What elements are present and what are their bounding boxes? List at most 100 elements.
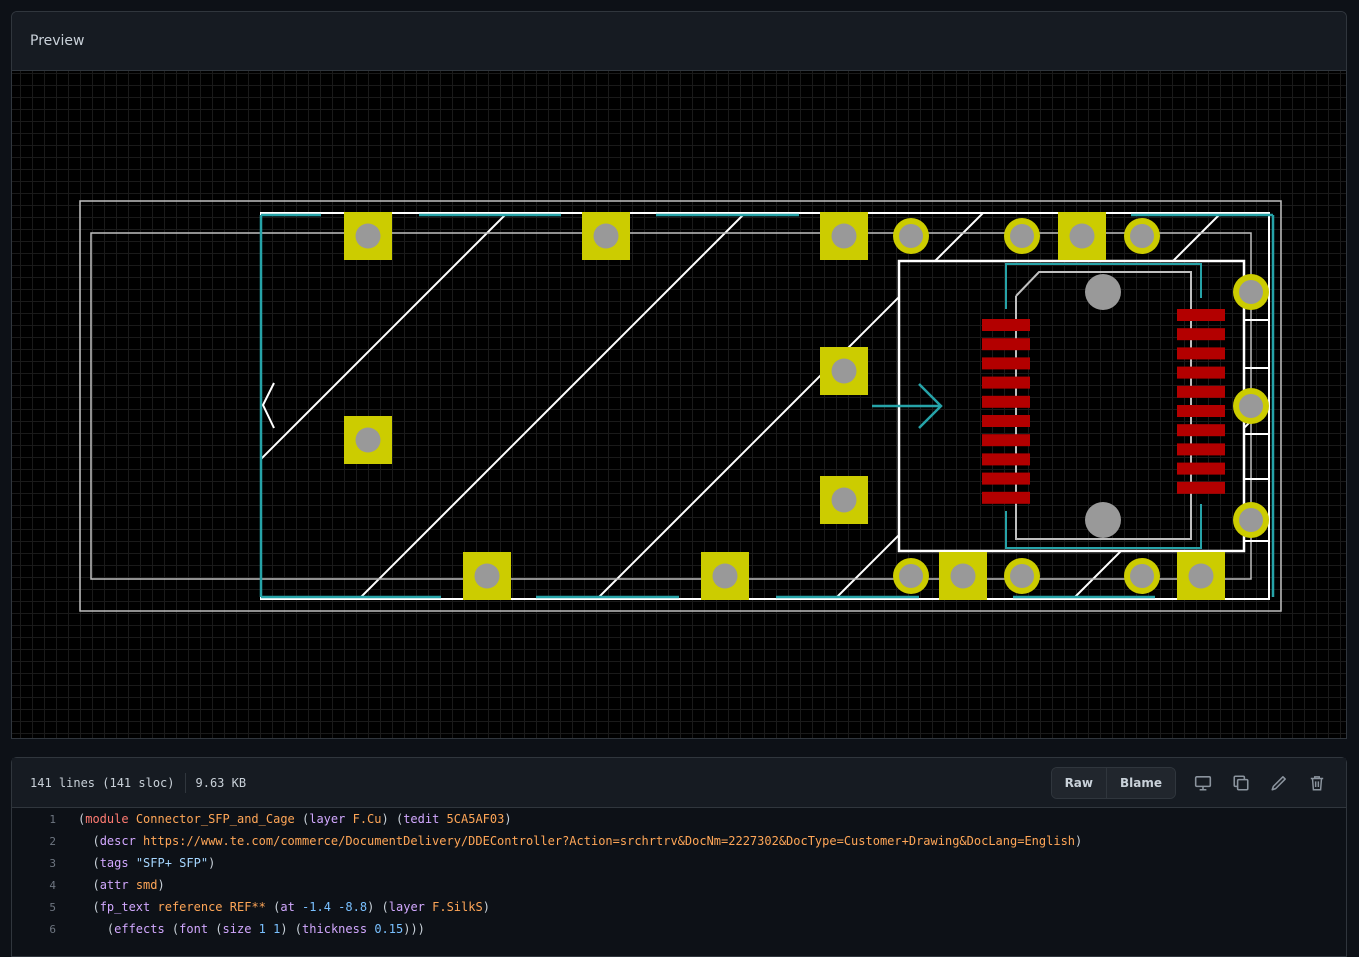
code-text: (tags "SFP+ SFP"): [78, 856, 215, 870]
hatch-line: [358, 213, 746, 599]
blame-button[interactable]: Blame: [1106, 767, 1175, 798]
pad-drill: [1010, 224, 1034, 248]
code-token: ): [482, 900, 490, 914]
line-number[interactable]: 3: [12, 857, 78, 870]
code-token: layer: [388, 900, 425, 914]
code-token: ) (: [381, 812, 404, 826]
pad-drill: [1239, 508, 1263, 532]
code-token: (: [164, 922, 180, 936]
keepout-hatch: [261, 213, 1269, 599]
code-token: (: [78, 834, 100, 848]
smd-pad-left: [982, 376, 1030, 389]
code-token: "SFP+ SFP": [135, 856, 209, 870]
smd-pad-left: [982, 453, 1030, 466]
line-number[interactable]: 5: [12, 901, 78, 914]
smd-pad-right: [1177, 443, 1225, 456]
connector-body: [1015, 271, 1192, 540]
code-text: (descr https://www.te.com/commerce/Docum…: [78, 834, 1082, 848]
smd-pad-left: [982, 357, 1030, 370]
pad-drill: [1239, 394, 1263, 418]
pad-drill: [831, 223, 857, 249]
smd-pad-left: [982, 434, 1030, 447]
code-token: ) (: [367, 900, 389, 914]
code-token: (: [78, 922, 115, 936]
code-token: size: [222, 922, 252, 936]
smd-pad-right: [1177, 462, 1225, 475]
pad-drill: [712, 563, 738, 589]
copy-button[interactable]: [1222, 768, 1260, 798]
line-number[interactable]: 2: [12, 835, 78, 848]
file-actions: Raw Blame: [1050, 766, 1336, 799]
display-source-button[interactable]: [1184, 768, 1222, 798]
pad-drill: [355, 427, 381, 453]
smd-pad-right: [1177, 347, 1225, 360]
hatch-line: [261, 213, 508, 599]
line-number[interactable]: 6: [12, 923, 78, 936]
code-token: 1: [258, 922, 266, 936]
code-token: descr: [99, 834, 136, 848]
pad-drill: [1239, 280, 1263, 304]
code-text: (module Connector_SFP_and_Cage (layer F.…: [78, 812, 512, 826]
preview-title: Preview: [30, 33, 85, 49]
code-token: ))): [403, 922, 425, 936]
pad-drill: [593, 223, 619, 249]
code-line: 6 (effects (font (size 1 1) (thickness 0…: [12, 918, 1346, 940]
pad-drill: [831, 358, 857, 384]
code-token: F.SilkS: [432, 900, 483, 914]
code-token: reference: [157, 900, 223, 914]
insertion-arrow-icon: [872, 383, 943, 429]
code-token: (: [265, 900, 281, 914]
code-text: (effects (font (size 1 1) (thickness 0.1…: [78, 922, 425, 936]
preview-panel: Preview: [11, 11, 1347, 739]
pad-drill: [1188, 563, 1214, 589]
code-view: 1 (module Connector_SFP_and_Cage (layer F…: [12, 808, 1346, 940]
board-edge: [260, 212, 1270, 600]
code-line: 1 (module Connector_SFP_and_Cage (layer F…: [12, 808, 1346, 830]
code-text: (attr smd): [78, 878, 164, 892]
smd-pad-right: [1177, 385, 1225, 398]
code-line: 4 (attr smd): [12, 874, 1346, 896]
code-token: Connector_SFP_and_Cage: [135, 812, 295, 826]
delete-button[interactable]: [1298, 768, 1336, 798]
line-number[interactable]: 4: [12, 879, 78, 892]
code-token: ): [504, 812, 512, 826]
pad-drill: [1069, 223, 1095, 249]
code-token: attr: [99, 878, 129, 892]
edit-button[interactable]: [1260, 768, 1298, 798]
code-token: ) (: [280, 922, 303, 936]
smd-pad-right: [1177, 481, 1225, 494]
pad-drill: [474, 563, 500, 589]
code-text: (fp_text reference REF** (at -1.4 -8.8) …: [78, 900, 490, 914]
pcb-footprint-preview[interactable]: [12, 71, 1346, 738]
code-token: (: [78, 900, 100, 914]
code-token: -1.4: [302, 900, 331, 914]
pencil-icon: [1271, 775, 1286, 791]
code-line: 5 (fp_text reference REF** (at -1.4 -8.8…: [12, 896, 1346, 918]
file-lines-info: 141 lines (141 sloc): [30, 775, 175, 790]
raw-button[interactable]: Raw: [1051, 767, 1106, 798]
code-token: -8.8: [338, 900, 368, 914]
line-number[interactable]: 1: [12, 813, 78, 826]
pad-drill: [1010, 564, 1034, 588]
pad-drill: [950, 563, 976, 589]
code-token: effects: [114, 922, 165, 936]
smd-pad-left: [982, 319, 1030, 331]
smd-pad-right: [1177, 328, 1225, 341]
pad-drill: [831, 487, 857, 513]
file-viewer: 141 lines (141 sloc) 9.63 KB Raw Blame 1…: [11, 757, 1347, 957]
code-token: REF**: [229, 900, 266, 914]
pcb-drawing: [79, 200, 1282, 612]
code-token: 5CA5AF03: [446, 812, 505, 826]
code-token: fp_text: [99, 900, 151, 914]
smd-pad-right: [1177, 366, 1225, 379]
smd-pad-left: [982, 338, 1030, 351]
file-size: 9.63 KB: [195, 775, 247, 790]
smd-pad-left: [982, 415, 1030, 427]
